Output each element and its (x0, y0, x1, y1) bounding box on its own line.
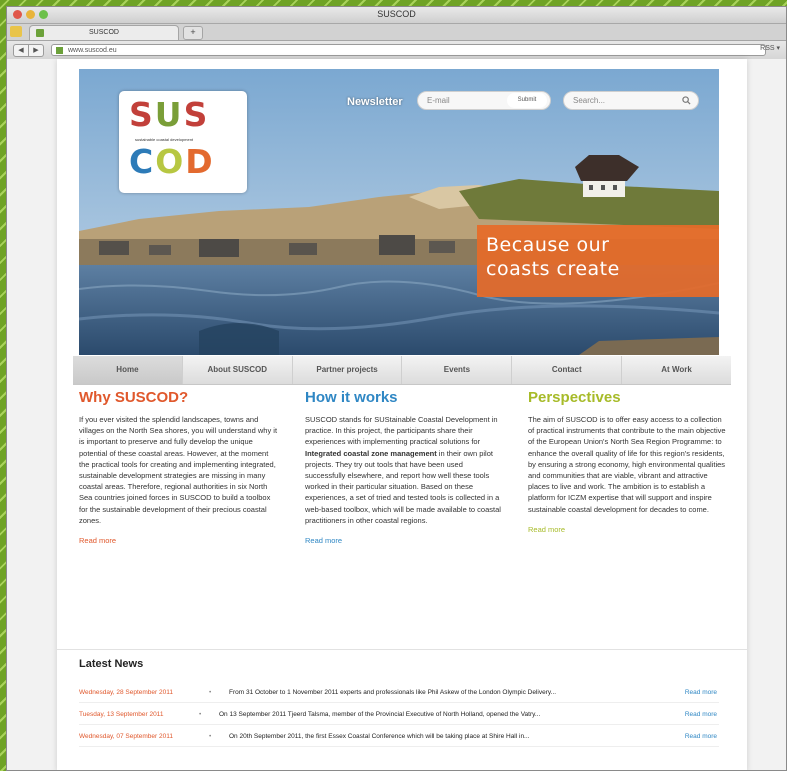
browser-window: SUSCOD SUSCOD + ◀ ▶ www.suscod.eu RSS ▾ (6, 6, 787, 771)
logo-mark-top: SUS (129, 95, 210, 134)
page-viewport: SUS sustainable coastal development COD … (7, 59, 786, 770)
newsletter-submit-button[interactable]: Submit (507, 93, 547, 108)
window-title: SUSCOD (377, 9, 416, 19)
tab-bar: SUSCOD + (7, 24, 786, 41)
perspectives-heading: Perspectives (528, 389, 621, 406)
url-field[interactable]: www.suscod.eu (51, 44, 766, 56)
hero-tagline: Because our coasts create (486, 233, 620, 281)
news-item: Tuesday, 13 September 2011 • On 13 Septe… (79, 706, 719, 725)
news-text[interactable]: On 13 September 2011 Tjeerd Talsma, memb… (219, 706, 659, 724)
why-suscod-text: If you ever visited the splendid landsca… (79, 415, 278, 525)
perspectives-text: The aim of SUSCOD is to offer easy acces… (528, 415, 726, 514)
rss-icon[interactable]: RSS ▾ (760, 44, 780, 52)
latest-news-heading: Latest News (79, 658, 144, 670)
news-item: Wednesday, 28 September 2011 • From 31 O… (79, 684, 719, 703)
news-bullet: • (199, 711, 202, 718)
perspectives-read-more-link[interactable]: Read more (528, 525, 728, 534)
browser-tab[interactable]: SUSCOD (29, 25, 179, 40)
latest-news-section: Latest News Wednesday, 28 September 2011… (57, 649, 747, 770)
nav-item-partner-projects[interactable]: Partner projects (293, 356, 403, 384)
forward-button[interactable]: ▶ (29, 44, 44, 57)
nav-item-home[interactable]: Home (73, 356, 183, 384)
hero-tagline-line2: coasts create (486, 258, 620, 280)
url-text: www.suscod.eu (68, 47, 117, 54)
why-suscod-section: Why SUSCOD? If you ever visited the sple… (79, 389, 279, 545)
news-bullet: • (209, 689, 212, 696)
suscod-logo[interactable]: SUS sustainable coastal development COD (119, 91, 247, 193)
news-text[interactable]: On 20th September 2011, the first Essex … (229, 728, 659, 746)
how-it-works-section: How it works SUSCOD stands for SUStainab… (305, 389, 505, 545)
nav-item-contact[interactable]: Contact (512, 356, 623, 384)
news-date: Wednesday, 28 September 2011 (79, 689, 173, 696)
how-it-works-text: SUSCOD stands for SUStainable Coastal De… (305, 414, 505, 526)
why-suscod-read-more-link[interactable]: Read more (79, 536, 279, 545)
news-read-more-link[interactable]: Read more (685, 706, 717, 724)
news-read-more-link[interactable]: Read more (685, 684, 717, 702)
perspectives-section: Perspectives The aim of SUSCOD is to off… (528, 389, 728, 534)
logo-mark-bottom: COD (129, 142, 215, 181)
search-icon[interactable] (682, 96, 691, 105)
title-bar: SUSCOD (7, 7, 786, 24)
nav-item-events[interactable]: Events (402, 356, 513, 384)
news-date: Tuesday, 13 September 2011 (79, 711, 164, 718)
tab-label: SUSCOD (89, 29, 119, 36)
news-text[interactable]: From 31 October to 1 November 2011 exper… (229, 684, 659, 702)
site-icon (56, 47, 63, 54)
page-container: SUS sustainable coastal development COD … (57, 59, 747, 770)
news-read-more-link[interactable]: Read more (685, 728, 717, 746)
nav-item-about[interactable]: About SUSCOD (183, 356, 293, 384)
address-bar: ◀ ▶ www.suscod.eu RSS ▾ (7, 41, 786, 60)
how-it-works-text-start: SUSCOD stands for SUStainable Coastal De… (305, 415, 498, 447)
how-it-works-text-end: in their own pilot projects. They try ou… (305, 448, 501, 525)
news-date: Wednesday, 07 September 2011 (79, 733, 173, 740)
how-it-works-read-more-link[interactable]: Read more (305, 536, 505, 545)
back-button[interactable]: ◀ (13, 44, 29, 57)
favicon-icon (36, 29, 44, 37)
app-tab-icon[interactable] (10, 26, 22, 37)
news-bullet: • (209, 733, 212, 740)
nav-item-at-work[interactable]: At Work (622, 356, 731, 384)
hero-banner: SUS sustainable coastal development COD … (79, 69, 719, 355)
hero-tagline-line1: Because our (486, 234, 610, 256)
new-tab-button[interactable]: + (183, 26, 203, 40)
search-input[interactable]: Search... (563, 91, 699, 110)
how-it-works-text-bold: Integrated coastal zone management (305, 448, 437, 458)
hero-tagline-box: Because our coasts create (477, 225, 719, 297)
how-it-works-heading: How it works (305, 389, 398, 406)
main-navigation: Home About SUSCOD Partner projects Event… (73, 356, 731, 385)
nav-buttons: ◀ ▶ (13, 44, 44, 57)
newsletter-label: Newsletter (347, 96, 403, 108)
why-suscod-heading: Why SUSCOD? (79, 389, 189, 406)
news-item: Wednesday, 07 September 2011 • On 20th S… (79, 728, 719, 747)
